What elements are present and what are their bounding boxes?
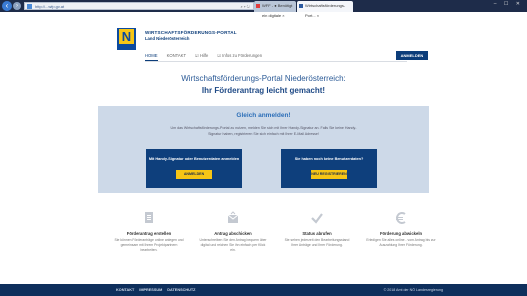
brand-title: WIRTSCHAFTSFÖRDERUNGS-PORTAL bbox=[145, 30, 237, 35]
footer: KONTAKT IMPRESSUM DATENSCHUTZ © 2018 Amt… bbox=[0, 284, 527, 296]
hero-title: Wirtschaftsförderungs-Portal Niederöster… bbox=[181, 74, 346, 83]
login-button[interactable]: ANMELDEN bbox=[396, 51, 428, 60]
feature-title: Status abrufen bbox=[302, 231, 332, 236]
feature-title: Antrag abschicken bbox=[214, 231, 252, 236]
logo-letter: N bbox=[119, 29, 134, 44]
feature-desc: Sie sehen jederzeit den Bearbeitungsstan… bbox=[284, 238, 350, 247]
address-text: http://...wfp.gv.at bbox=[35, 4, 65, 9]
window-controls-icon[interactable]: – ☐ ✕ bbox=[494, 1, 523, 7]
signin-text: Um das Wirtschaftsförderungs-Portal zu n… bbox=[170, 126, 357, 136]
noe-logo[interactable]: N bbox=[117, 28, 136, 50]
tab-favicon-icon bbox=[256, 4, 260, 8]
login-card-title: Mit Handy-Signatur oder Benutzerdaten an… bbox=[148, 157, 240, 161]
register-card-title: Sie haben noch keine Benutzerdaten? bbox=[294, 157, 364, 161]
main-nav: HOME KONTAKT ☑ Hilfe ☑ Infos zu Förderun… bbox=[145, 52, 262, 61]
tab-label: Wirtschaftsförderungs-Port... × bbox=[305, 3, 346, 18]
signin-title: Gleich anmelden! bbox=[236, 112, 291, 119]
nav-hilfe[interactable]: ☑ Hilfe bbox=[195, 52, 208, 61]
euro-icon bbox=[396, 212, 406, 224]
nav-divider bbox=[145, 61, 407, 62]
nav-home[interactable]: HOME bbox=[145, 52, 158, 61]
feature-status: Status abrufen Sie sehen jederzeit den B… bbox=[282, 211, 352, 248]
footer-links: KONTAKT IMPRESSUM DATENSCHUTZ bbox=[116, 288, 195, 292]
feature-create: Förderantrag erstellen Sie können Förder… bbox=[114, 211, 184, 253]
address-bar[interactable]: http://...wfp.gv.at ⌕ ▾ ↻ bbox=[24, 2, 254, 10]
document-icon bbox=[145, 212, 153, 223]
feature-desc: Erledigen Sie alles online - vom Antrag … bbox=[366, 238, 436, 247]
register-button[interactable]: NEU REGISTRIEREN bbox=[311, 170, 347, 179]
register-card: Sie haben noch keine Benutzerdaten? NEU … bbox=[281, 149, 377, 188]
back-button[interactable]: ‹ bbox=[2, 1, 12, 11]
nav-kontakt[interactable]: KONTAKT bbox=[167, 52, 186, 61]
tab-favicon-icon bbox=[299, 4, 303, 8]
nav-foerderinfos[interactable]: ☑ Infos zu Förderungen bbox=[217, 52, 262, 61]
feature-process: Förderung abwickeln Erledigen Sie alles … bbox=[366, 211, 436, 248]
footer-link-datenschutz[interactable]: DATENSCHUTZ bbox=[167, 288, 195, 292]
feature-desc: Unterschreiben Sie den Antrag bequem übe… bbox=[199, 238, 267, 252]
feature-title: Förderantrag erstellen bbox=[126, 231, 172, 236]
login-card: Mit Handy-Signatur oder Benutzerdaten an… bbox=[146, 149, 242, 188]
browser-tab-2[interactable]: Wirtschaftsförderungs-Port... × bbox=[297, 1, 353, 18]
forward-button[interactable]: › bbox=[13, 2, 21, 10]
footer-copyright: © 2018 Amt der NÖ Landesregierung bbox=[383, 288, 443, 292]
footer-link-kontakt[interactable]: KONTAKT bbox=[116, 288, 134, 292]
site-favicon-icon bbox=[27, 4, 32, 9]
browser-tab-1[interactable]: WFF - ● Benötigt ein digitale × bbox=[254, 1, 296, 18]
feature-submit: Antrag abschicken Unterschreiben Sie den… bbox=[198, 211, 268, 253]
browser-toolbar: ‹ › http://...wfp.gv.at ⌕ ▾ ↻ WFF - ● Be… bbox=[0, 0, 527, 18]
send-icon bbox=[227, 211, 239, 223]
feature-title: Förderung abwickeln bbox=[379, 231, 423, 236]
feature-desc: Sie können Förderanträge online anlegen … bbox=[114, 238, 184, 252]
signin-panel: Gleich anmelden! Um das Wirtschaftsförde… bbox=[98, 106, 429, 193]
address-controls-icon[interactable]: ⌕ ▾ ↻ bbox=[240, 3, 250, 10]
brand-subtitle: Land Niederösterreich bbox=[145, 36, 190, 41]
footer-link-impressum[interactable]: IMPRESSUM bbox=[139, 288, 162, 292]
tab-label: WFF - ● Benötigt ein digitale × bbox=[262, 3, 293, 18]
anmelden-button[interactable]: ANMELDEN bbox=[176, 170, 212, 179]
checkmark-icon bbox=[311, 213, 323, 224]
hero-subtitle: Ihr Förderantrag leicht gemacht! bbox=[201, 86, 326, 95]
